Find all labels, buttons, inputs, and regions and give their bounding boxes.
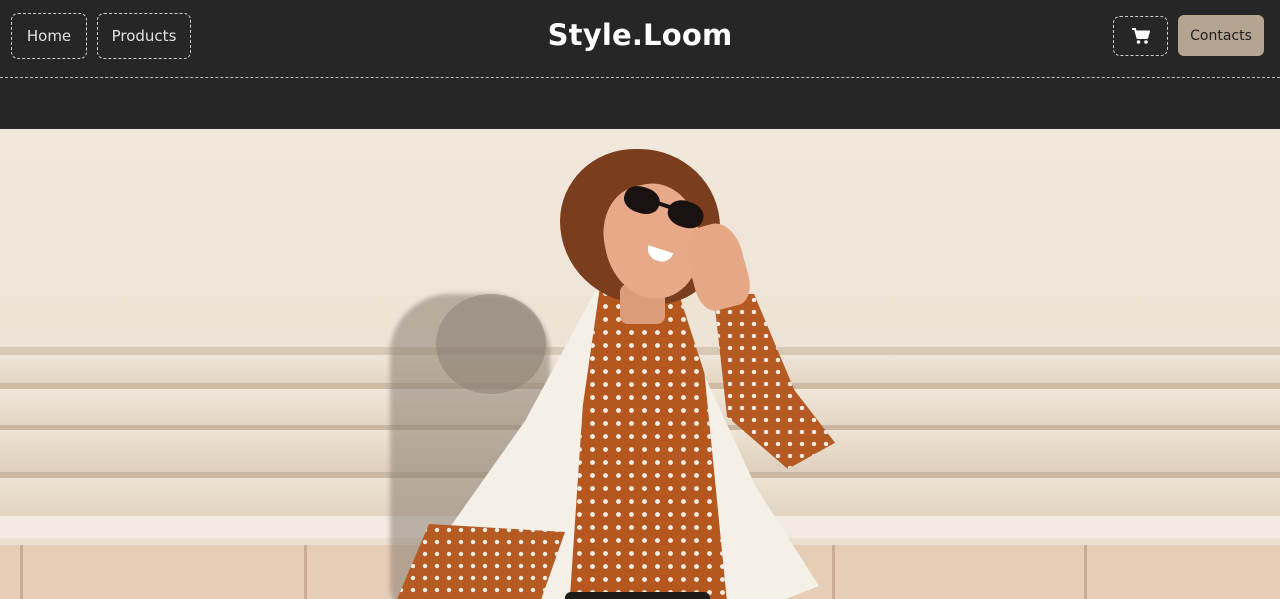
- hero-image: [0, 129, 1280, 599]
- brand-logo[interactable]: Style.Loom: [0, 18, 1280, 52]
- contacts-button[interactable]: Contacts: [1178, 15, 1264, 56]
- header-actions: Contacts: [1113, 15, 1264, 56]
- header-divider: [0, 77, 1280, 78]
- site-header: Home Products Style.Loom Contacts: [0, 0, 1280, 129]
- cart-button[interactable]: [1113, 15, 1168, 56]
- cart-icon: [1131, 27, 1150, 44]
